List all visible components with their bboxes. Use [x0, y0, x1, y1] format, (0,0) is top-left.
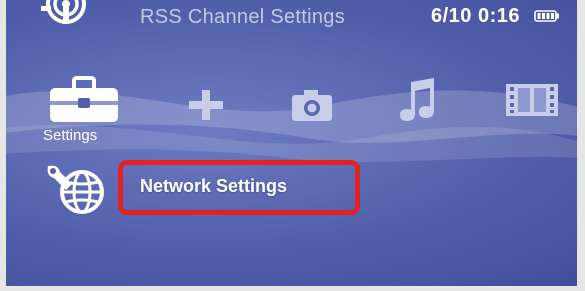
category-photo[interactable] [290, 87, 334, 123]
category-plus[interactable] [186, 88, 226, 122]
network-globe-icon [47, 165, 104, 214]
battery-icon [534, 10, 559, 22]
plus-icon [189, 90, 223, 120]
category-label-settings: Settings [43, 127, 98, 144]
film-strip-icon [506, 84, 558, 116]
category-music[interactable] [398, 76, 438, 122]
page-title: RSS Channel Settings [140, 6, 346, 28]
camera-icon [292, 90, 332, 121]
xmb-screen: RSS Channel Settings 6/10 0:16 Settings [6, 0, 577, 286]
category-settings[interactable] [48, 76, 120, 126]
music-note-icon [400, 78, 434, 121]
rss-channel-icon [41, 0, 86, 24]
toolbox-icon [50, 76, 118, 122]
screen-frame: RSS Channel Settings 6/10 0:16 Settings [0, 0, 585, 291]
category-video[interactable] [504, 80, 560, 120]
menu-item-network-settings[interactable]: Network Settings [140, 176, 287, 197]
clock: 6/10 0:16 [431, 5, 521, 27]
